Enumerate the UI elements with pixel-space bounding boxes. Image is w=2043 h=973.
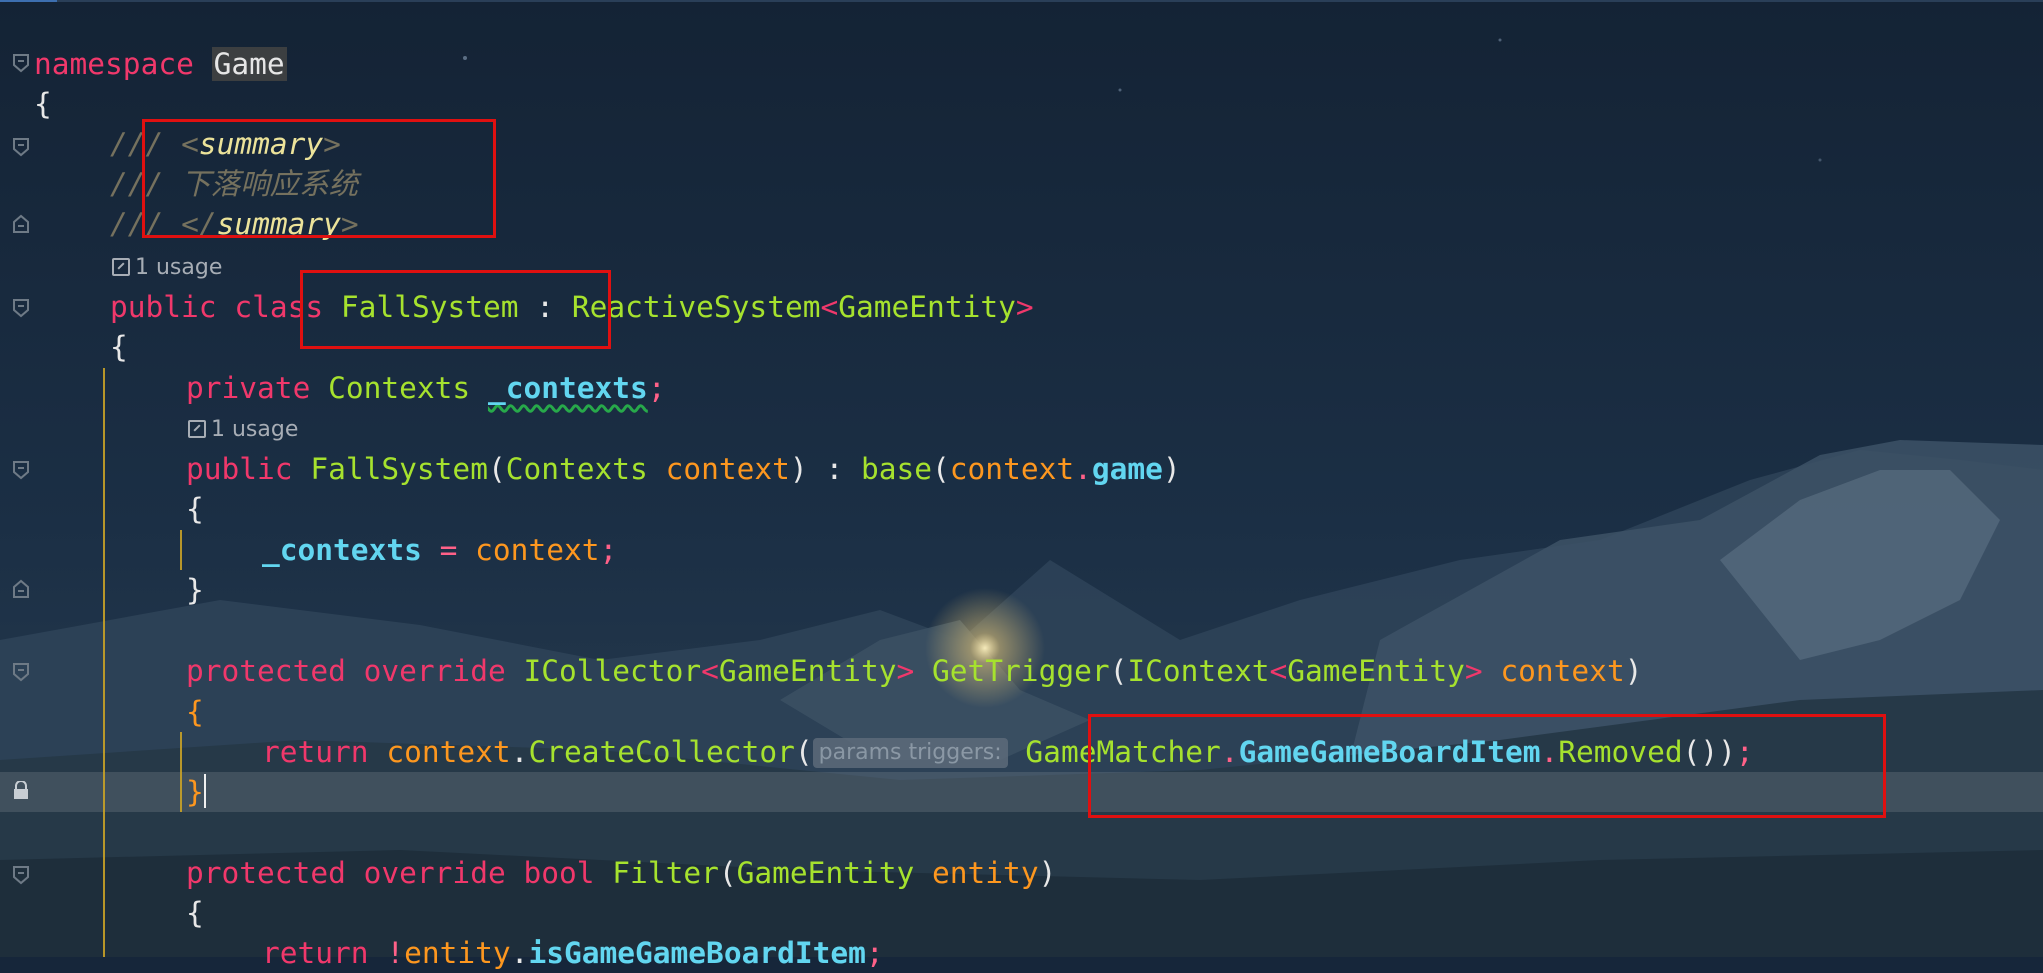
brace: } — [186, 573, 204, 607]
keyword: public — [110, 290, 217, 324]
parameter[interactable]: entity — [404, 936, 511, 970]
keyword: override — [363, 654, 506, 688]
keyword: return — [262, 936, 369, 970]
external-link-icon — [112, 258, 130, 276]
method-name[interactable]: CreateCollector — [528, 735, 794, 769]
code-line[interactable]: namespace Game — [34, 44, 287, 84]
keyword: protected — [186, 856, 346, 890]
keyword: protected — [186, 654, 346, 688]
parameter[interactable]: context — [386, 735, 510, 769]
text-caret — [203, 774, 206, 808]
code-line[interactable]: { — [186, 692, 204, 732]
keyword: private — [186, 371, 311, 405]
member-name[interactable]: isGameGameBoardItem — [528, 936, 865, 970]
brace: { — [186, 896, 204, 930]
code-line[interactable]: { — [186, 893, 204, 933]
parameter-inlay-hint: params triggers: — [812, 738, 1008, 768]
lock-icon — [14, 781, 28, 799]
usage-hint[interactable]: 1 usage — [112, 255, 222, 281]
semicolon: ; — [647, 371, 666, 405]
colon: : — [825, 452, 844, 486]
keyword: bool — [523, 856, 595, 890]
code-line[interactable]: private Contexts _contexts; — [186, 368, 666, 408]
method-name[interactable]: GetTrigger — [932, 654, 1110, 688]
keyword: public — [186, 452, 293, 486]
code-line[interactable]: } — [186, 570, 204, 610]
method-name[interactable]: Filter — [612, 856, 719, 890]
keyword-base: base — [860, 452, 933, 486]
keyword: return — [262, 735, 369, 769]
usage-text: 1 usage — [211, 417, 299, 442]
code-line[interactable]: { — [34, 84, 52, 124]
keyword: namespace — [34, 47, 194, 81]
member-name[interactable]: game — [1092, 452, 1163, 486]
fold-collapse-icon[interactable] — [12, 662, 30, 682]
indent-guide — [180, 530, 182, 570]
indent-guide — [180, 732, 182, 812]
usage-hint[interactable]: 1 usage — [188, 417, 298, 443]
semicolon: ; — [599, 533, 618, 567]
field-name[interactable]: _contexts — [262, 533, 422, 567]
type-name[interactable]: GameEntity — [737, 856, 915, 890]
code-line[interactable]: { — [110, 327, 128, 367]
type-name[interactable]: GameEntity — [719, 654, 897, 688]
annotation-box-class-name — [300, 270, 611, 349]
usage-text: 1 usage — [135, 255, 223, 280]
brace: { — [186, 492, 204, 526]
indent-guide — [103, 368, 105, 957]
keyword: override — [363, 856, 506, 890]
brace-matched: { — [186, 695, 204, 729]
semicolon: ; — [865, 936, 884, 970]
fold-collapse-icon[interactable] — [12, 865, 30, 885]
type-name[interactable]: Contexts — [506, 452, 648, 486]
fold-collapse-icon[interactable] — [12, 460, 30, 480]
external-link-icon — [188, 420, 206, 438]
type-name[interactable]: GameEntity — [1287, 654, 1465, 688]
type-name[interactable]: IContext — [1127, 654, 1269, 688]
brace: { — [110, 330, 128, 364]
code-line[interactable]: return !entity.isGameGameBoardItem; — [262, 933, 884, 973]
code-line[interactable]: public FallSystem(Contexts context) : ba… — [186, 449, 1181, 489]
method-name[interactable]: FallSystem — [310, 452, 488, 486]
namespace-name[interactable]: Game — [211, 47, 287, 81]
fold-collapse-icon[interactable] — [12, 298, 30, 318]
fold-collapse-icon[interactable] — [12, 137, 30, 157]
type-name[interactable]: GameEntity — [838, 290, 1016, 324]
fold-collapse-icon[interactable] — [12, 53, 30, 73]
fold-expand-end-icon[interactable] — [12, 214, 30, 234]
parameter[interactable]: entity — [932, 856, 1039, 890]
parameter[interactable]: context — [1500, 654, 1624, 688]
code-line[interactable]: protected override ICollector<GameEntity… — [186, 651, 1642, 691]
type-name[interactable]: Contexts — [328, 371, 470, 405]
code-line[interactable]: } — [186, 772, 206, 812]
brace: { — [34, 87, 52, 121]
code-line[interactable]: { — [186, 489, 204, 529]
code-line[interactable]: _contexts = context; — [262, 530, 617, 570]
brace-matched: } — [186, 775, 204, 809]
annotation-box-matcher — [1088, 714, 1886, 818]
parameter[interactable]: context — [950, 452, 1074, 486]
operator: ! — [386, 936, 405, 970]
fold-expand-end-icon[interactable] — [12, 579, 30, 599]
annotation-box-summary — [142, 119, 496, 238]
type-name[interactable]: ICollector — [523, 654, 701, 688]
operator: = — [439, 533, 458, 567]
code-line[interactable]: protected override bool Filter(GameEntit… — [186, 853, 1056, 893]
parameter[interactable]: context — [666, 452, 790, 486]
parameter[interactable]: context — [475, 533, 599, 567]
field-name[interactable]: _contexts — [488, 371, 648, 405]
